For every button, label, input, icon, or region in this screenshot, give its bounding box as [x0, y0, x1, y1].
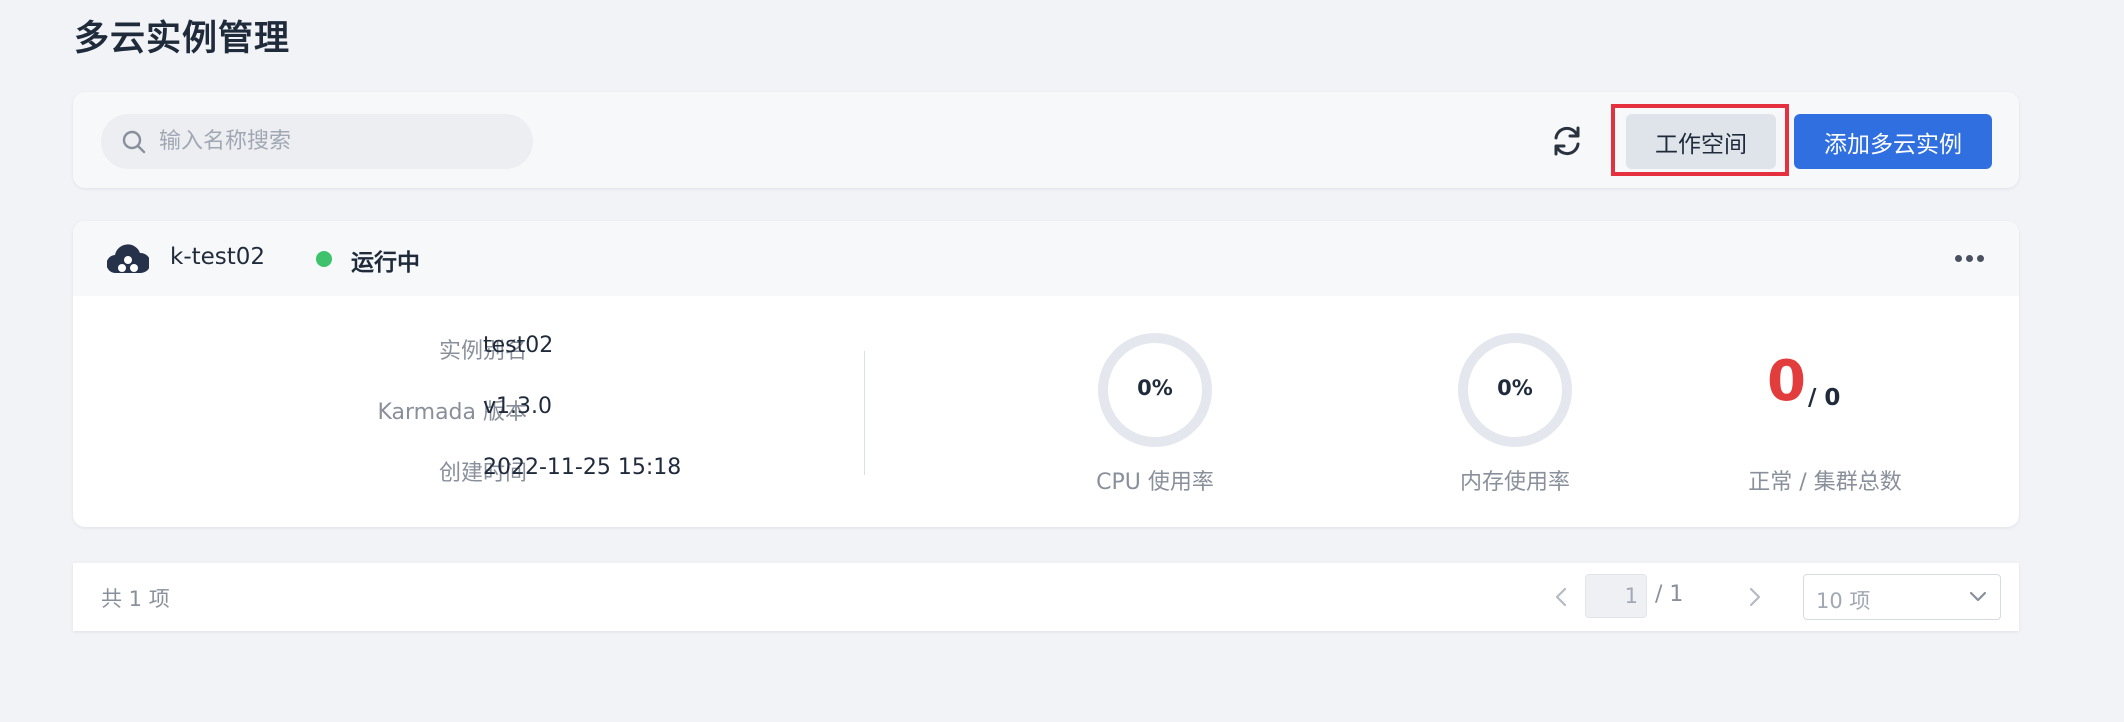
- search-box[interactable]: [101, 114, 533, 169]
- page-total-text: / 1: [1655, 582, 1684, 607]
- normal-cluster-count: 0: [1767, 349, 1806, 414]
- memory-usage-value: 0%: [1497, 376, 1533, 400]
- alias-value: test02: [483, 333, 554, 358]
- workspace-button[interactable]: 工作空间: [1626, 114, 1776, 169]
- toolbar: 工作空间 添加多云实例: [73, 92, 2019, 188]
- cluster-count-label: 正常 / 集群总数: [1748, 470, 1902, 495]
- memory-usage-label: 内存使用率: [1459, 470, 1570, 495]
- more-actions-icon[interactable]: [1953, 243, 1993, 273]
- refresh-icon[interactable]: [1548, 122, 1586, 160]
- instance-card: k-test02 运行中 实例别名 test02 Karmada 版本 v1.3…: [73, 221, 2019, 527]
- divider: [864, 351, 865, 475]
- status-text: 运行中: [351, 250, 420, 276]
- total-cluster-count: / 0: [1808, 385, 1841, 411]
- instance-card-header: k-test02 运行中: [73, 221, 2019, 296]
- alias-label: 实例别名: [438, 339, 527, 364]
- instance-name[interactable]: k-test02: [170, 244, 265, 270]
- total-items-text: 共 1 项: [101, 587, 170, 611]
- multicloud-icon: [107, 244, 149, 274]
- chevron-down-icon: [1969, 591, 1987, 602]
- cpu-usage-value: 0%: [1137, 376, 1173, 400]
- page-size-select[interactable]: 10 项: [1803, 574, 2001, 620]
- karmada-version-value: v1.3.0: [483, 394, 552, 419]
- pagination-bar: 共 1 项 1 / 1 10 项: [73, 563, 2019, 631]
- status-dot: [316, 251, 332, 267]
- page-title: 多云实例管理: [74, 19, 291, 59]
- chevron-right-icon[interactable]: [1745, 583, 1765, 611]
- cpu-usage-label: CPU 使用率: [1096, 470, 1214, 495]
- karmada-version-label: Karmada 版本: [377, 400, 527, 425]
- search-input[interactable]: [157, 128, 521, 155]
- search-icon: [122, 130, 146, 153]
- created-time-label: 创建时间: [438, 461, 527, 486]
- current-page-input[interactable]: 1: [1585, 574, 1647, 618]
- add-multicloud-instance-button[interactable]: 添加多云实例: [1794, 114, 1992, 169]
- page-size-value: 10 项: [1816, 589, 1871, 613]
- created-time-value: 2022-11-25 15:18: [483, 455, 682, 480]
- chevron-left-icon[interactable]: [1551, 583, 1571, 611]
